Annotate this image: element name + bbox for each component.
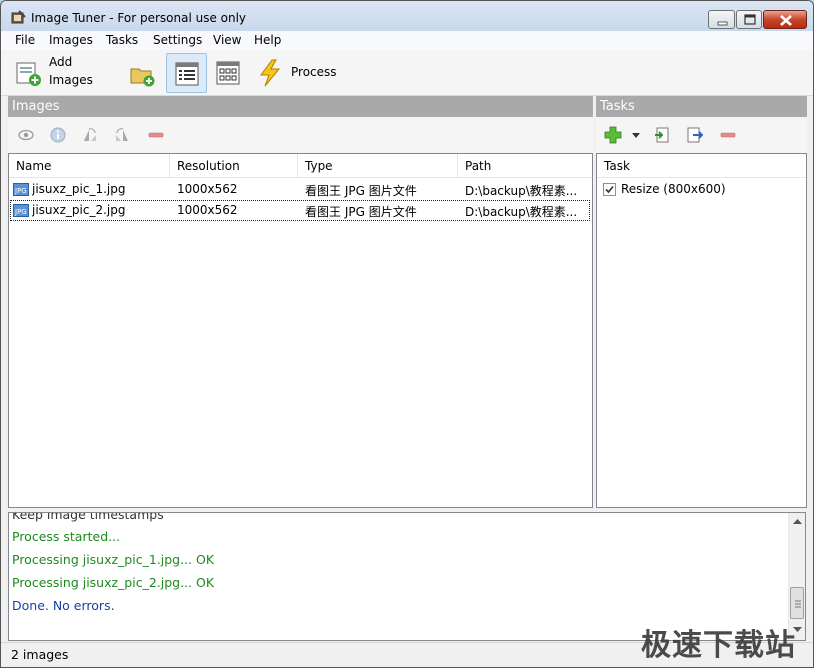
remove-image-icon[interactable] (148, 127, 164, 143)
rotate-right-icon[interactable] (114, 127, 130, 143)
column-header-type[interactable]: Type (298, 154, 458, 177)
menu-images[interactable]: Images (49, 33, 93, 47)
scroll-thumb[interactable] (790, 587, 804, 619)
scroll-up-arrow-icon[interactable] (793, 519, 802, 525)
add-folder-icon (130, 68, 155, 87)
dropdown-arrow-icon[interactable] (632, 131, 640, 139)
column-header-task[interactable]: Task (597, 154, 806, 177)
header-divider (9, 177, 592, 178)
add-images-label-line1: Add (49, 55, 73, 69)
image-path: D:\backup\教程素... (465, 184, 578, 198)
jpg-file-icon: JPG (13, 183, 29, 196)
window-title: Image Tuner - For personal use only (31, 11, 247, 25)
preview-eye-icon[interactable] (18, 127, 34, 143)
tasks-panel-toolbar (596, 117, 807, 153)
task-row[interactable]: Resize (800x600) (598, 179, 805, 200)
svg-text:JPG: JPG (14, 208, 27, 216)
images-panel-header: Images (8, 96, 593, 117)
process-label: Process (291, 65, 337, 79)
column-header-resolution[interactable]: Resolution (170, 154, 298, 177)
task-checkbox[interactable] (603, 183, 616, 196)
watermark: 极速下载站 (641, 628, 796, 663)
log-line: Processing jisuxz_pic_1.jpg... OK (12, 552, 215, 567)
status-text: 2 images (11, 647, 69, 662)
menu-settings[interactable]: Settings (153, 33, 202, 47)
title-bar: Image Tuner - For personal use only (1, 1, 813, 31)
images-panel-toolbar (8, 117, 593, 153)
image-resolution: 1000x562 (177, 182, 238, 196)
minimize-button[interactable] (708, 10, 735, 29)
log-line: Done. No errors. (12, 598, 115, 613)
image-name: jisuxz_pic_1.jpg (32, 182, 126, 196)
image-name: jisuxz_pic_2.jpg (32, 203, 126, 217)
maximize-icon (744, 14, 756, 25)
rotate-left-icon[interactable] (82, 127, 98, 143)
app-window: Image Tuner - For personal use only File… (0, 0, 814, 668)
menu-file[interactable]: File (15, 33, 35, 47)
process-button[interactable]: Process (253, 53, 343, 93)
info-icon[interactable] (50, 127, 66, 143)
image-type: 看图王 JPG 图片文件 (305, 205, 417, 219)
column-header-path[interactable]: Path (458, 154, 592, 177)
minimize-icon (717, 21, 728, 26)
close-button[interactable] (763, 10, 807, 29)
task-label: Resize (800x600) (621, 182, 726, 196)
menu-help[interactable]: Help (254, 33, 281, 47)
add-images-label-line2: Images (49, 73, 93, 87)
thumbnails-view-button[interactable] (211, 53, 245, 93)
image-row-selected[interactable]: JPG jisuxz_pic_2.jpg 1000x562 看图王 JPG 图片… (10, 200, 590, 221)
remove-task-icon[interactable] (720, 127, 736, 143)
image-row[interactable]: JPG jisuxz_pic_1.jpg 1000x562 看图王 JPG 图片… (10, 179, 591, 200)
log-line: Processing jisuxz_pic_2.jpg... OK (12, 575, 215, 590)
add-task-icon[interactable] (604, 126, 622, 144)
menu-bar: File Images Tasks Settings View Help (1, 31, 813, 50)
add-images-icon (16, 62, 41, 86)
grip-icon (795, 600, 801, 608)
log-line-partial: Keep image timestamps (12, 512, 164, 522)
image-type: 看图王 JPG 图片文件 (305, 184, 417, 198)
add-images-button[interactable]: Add Images (11, 53, 101, 93)
jpg-file-icon: JPG (13, 204, 29, 217)
menu-view[interactable]: View (213, 33, 241, 47)
import-task-icon[interactable] (654, 127, 670, 143)
image-path: D:\backup\教程素... (465, 205, 578, 219)
menu-tasks[interactable]: Tasks (106, 33, 138, 47)
column-header-name[interactable]: Name (9, 154, 170, 177)
svg-text:JPG: JPG (14, 187, 27, 195)
image-resolution: 1000x562 (177, 203, 238, 217)
close-icon (780, 15, 792, 26)
tasks-panel-header: Tasks (596, 96, 807, 117)
tasks-list[interactable]: Task Resize (800x600) (596, 153, 807, 508)
app-icon (11, 10, 26, 24)
maximize-button[interactable] (736, 10, 762, 29)
images-list[interactable]: Name Resolution Type Path JPG jisuxz_pic… (8, 153, 593, 508)
header-divider (597, 177, 806, 178)
log-line: Process started... (12, 529, 121, 544)
export-task-icon[interactable] (687, 127, 703, 143)
details-view-icon (175, 62, 199, 86)
main-toolbar: Add Images Process (1, 50, 813, 96)
thumbnails-view-icon (216, 61, 240, 85)
process-lightning-icon (260, 59, 281, 87)
details-view-button[interactable] (166, 53, 207, 93)
add-folder-button[interactable] (125, 53, 161, 93)
